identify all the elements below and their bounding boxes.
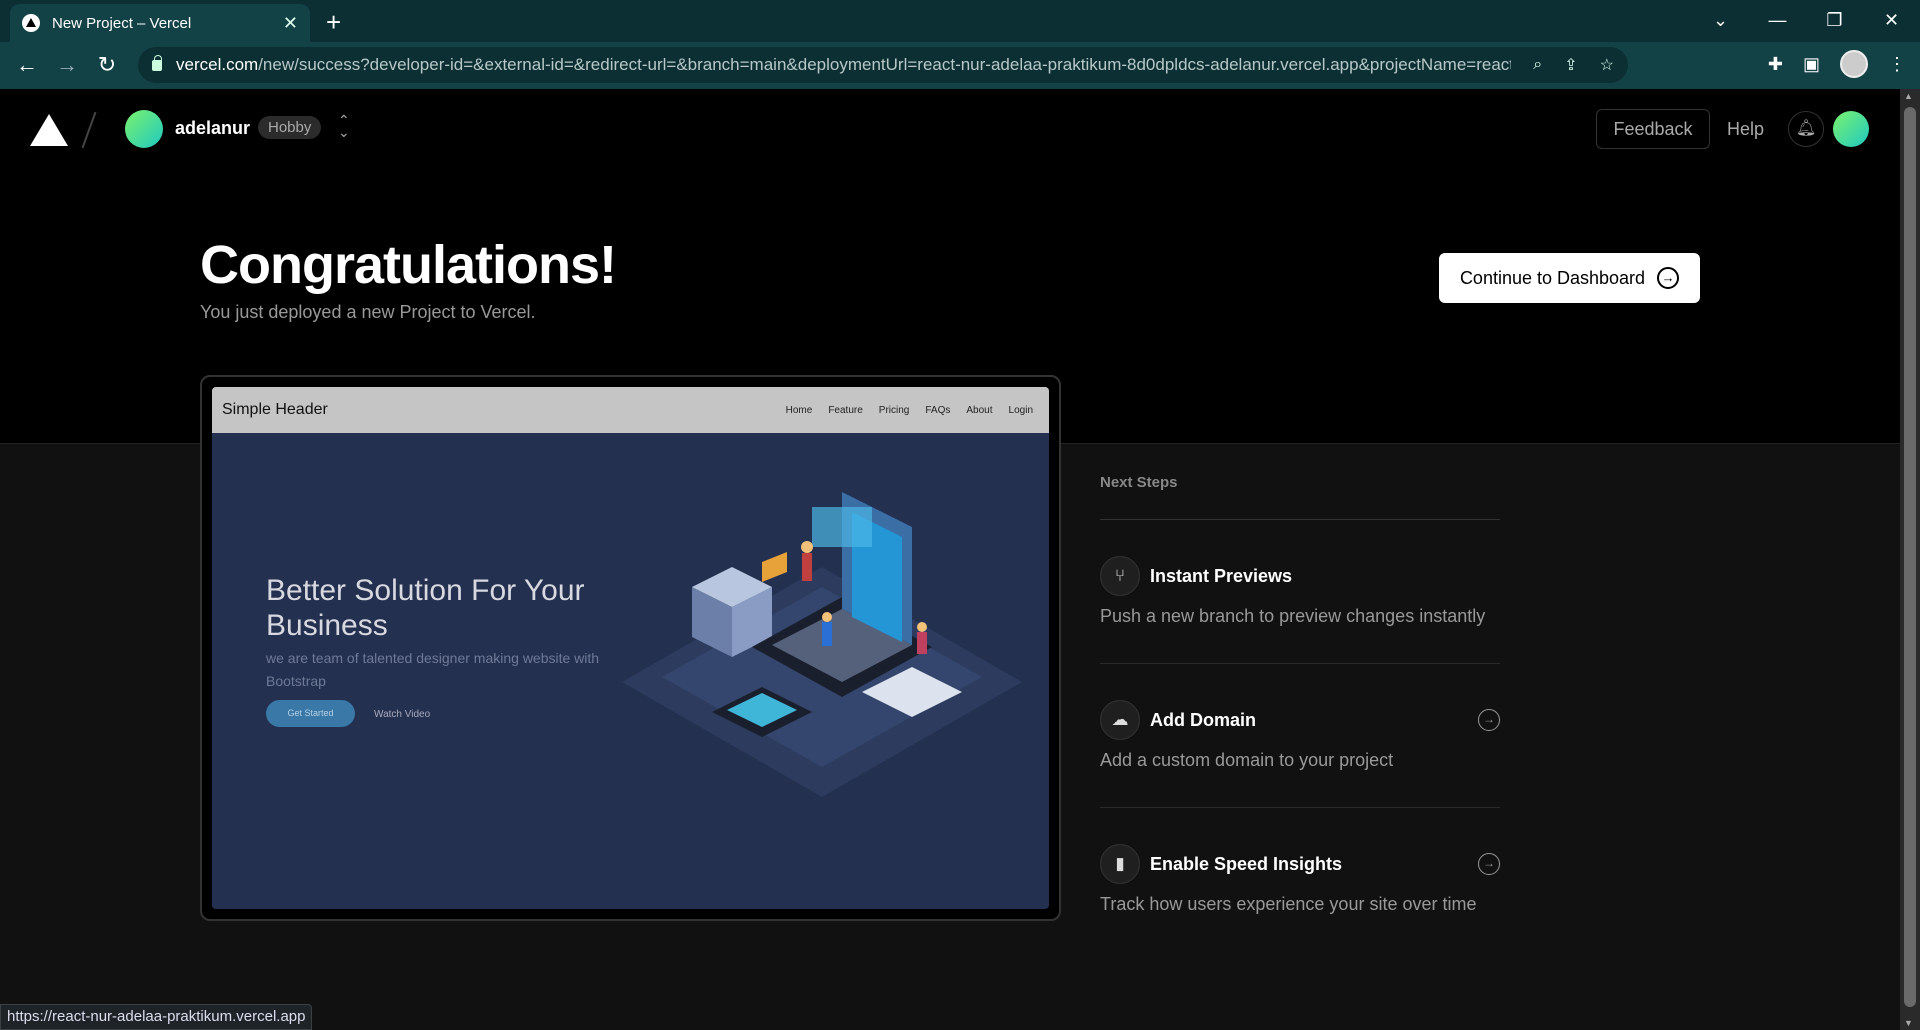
forward-icon[interactable]: → (52, 50, 82, 80)
preview-header: Simple Header Home Feature Pricing FAQs … (212, 387, 1049, 433)
arrow-right-circle-icon[interactable]: → (1478, 709, 1500, 731)
preview-nav-item: Home (785, 404, 813, 416)
reload-icon[interactable]: ↻ (92, 50, 122, 80)
scroll-up-icon[interactable]: ▲ (1904, 91, 1913, 101)
tab-title: New Project – Vercel (52, 14, 192, 32)
vercel-favicon-icon (22, 14, 40, 32)
share-icon[interactable]: ⇪ (1564, 55, 1577, 75)
isometric-illustration (622, 492, 1022, 797)
next-steps: Next Steps ⑂ Instant Previews Push a new… (1100, 474, 1500, 951)
next-step-add-domain[interactable]: ☁︎ Add Domain Add a custom domain to you… (1100, 664, 1500, 808)
url-path: /new/success?developer-id=&external-id=&… (258, 55, 1512, 74)
preview-watch-video: Watch Video (374, 709, 431, 720)
preview-screenshot: Simple Header Home Feature Pricing FAQs … (212, 387, 1049, 909)
url-text[interactable]: vercel.com/new/success?developer-id=&ext… (176, 55, 1511, 75)
preview-hero-title: Better Solution For Your Business (266, 574, 585, 642)
url-host: vercel.com (176, 55, 259, 74)
close-window-icon[interactable]: ✕ (1863, 0, 1920, 42)
continue-to-dashboard-button[interactable]: Continue to Dashboard → (1439, 253, 1700, 303)
next-step-title: Enable Speed Insights (1150, 853, 1343, 874)
preview-hero-subtitle: we are team of talented designer making … (266, 650, 600, 689)
preview-nav-item: FAQs (925, 404, 951, 416)
lock-icon[interactable] (152, 54, 162, 71)
vertical-scrollbar[interactable]: ▲ ▼ (1900, 89, 1920, 1030)
side-panel-icon[interactable]: ▣ (1803, 54, 1820, 75)
arrow-right-circle-icon[interactable]: → (1478, 853, 1500, 875)
preview-brand: Simple Header (222, 401, 328, 418)
back-icon[interactable]: ← (12, 50, 42, 80)
vercel-page: adelanur Hobby ⌃ ⌄ Feedback Help 🔔︎ Congr… (0, 89, 1900, 1030)
vercel-header: adelanur Hobby ⌃ ⌄ Feedback Help 🔔︎ (0, 89, 1900, 169)
address-bar[interactable]: vercel.com/new/success?developer-id=&ext… (138, 47, 1628, 83)
user-avatar[interactable] (1833, 111, 1869, 147)
preview-nav-item: About (966, 404, 993, 416)
notifications-bell-icon[interactable]: 🔔︎ (1788, 111, 1824, 147)
next-step-desc: Add a custom domain to your project (1100, 750, 1394, 770)
restore-icon[interactable]: ❐ (1806, 0, 1863, 42)
extensions-icon[interactable]: ✚ (1768, 54, 1783, 75)
next-step-title: Add Domain (1150, 709, 1256, 730)
browser-tab[interactable]: New Project – Vercel ✕ (10, 4, 310, 42)
zoom-search-icon[interactable]: ⌕ (1533, 56, 1542, 74)
bar-chart-icon: ▮ (1100, 844, 1140, 884)
help-link[interactable]: Help (1727, 119, 1764, 140)
minimize-icon[interactable]: — (1749, 0, 1806, 42)
username[interactable]: adelanur (175, 118, 250, 139)
preview-nav-item: Feature (828, 404, 863, 416)
continue-label: Continue to Dashboard (1459, 267, 1646, 288)
plan-badge: Hobby (258, 116, 322, 139)
next-step-instant-previews[interactable]: ⑂ Instant Previews Push a new branch to … (1100, 520, 1500, 664)
next-step-title: Instant Previews (1150, 565, 1293, 586)
tab-search-icon[interactable]: ⌄ (1692, 0, 1749, 42)
tab-close-icon[interactable]: ✕ (283, 13, 298, 34)
deployment-preview[interactable]: Simple Header Home Feature Pricing FAQs … (200, 375, 1061, 921)
preview-nav: Home Feature Pricing FAQs About Login (786, 405, 1033, 416)
bookmark-star-icon[interactable]: ☆ (1600, 55, 1614, 75)
team-avatar[interactable] (125, 110, 163, 148)
browser-toolbar: ← → ↻ vercel.com/new/success?developer-i… (0, 42, 1920, 89)
next-step-speed-insights[interactable]: ▮ Enable Speed Insights Track how users … (1100, 808, 1500, 951)
preview-get-started: Get Started (266, 700, 355, 727)
next-step-desc: Push a new branch to preview changes ins… (1100, 606, 1486, 626)
next-step-desc: Track how users experience your site ove… (1100, 894, 1477, 914)
profile-avatar[interactable] (1840, 50, 1868, 78)
feedback-button[interactable]: Feedback (1596, 109, 1710, 149)
page-title: Congratulations! (200, 235, 617, 295)
page-subtitle: You just deployed a new Project to Verce… (200, 302, 536, 322)
next-steps-label: Next Steps (1100, 474, 1500, 520)
new-tab-icon[interactable]: + (326, 7, 341, 38)
scroll-down-icon[interactable]: ▼ (1904, 1018, 1913, 1028)
status-bar-url: https://react-nur-adelaa-praktikum.verce… (0, 1004, 313, 1030)
preview-nav-item: Pricing (878, 404, 910, 416)
preview-nav-item: Login (1008, 404, 1033, 416)
scroll-thumb[interactable] (1904, 107, 1916, 1007)
toolbar-right: ✚ ▣ ⋮ (1768, 50, 1906, 78)
window-controls: ⌄ — ❐ ✕ (1692, 0, 1920, 42)
vercel-logo-icon[interactable] (30, 114, 68, 146)
arrow-right-circle-icon: → (1657, 267, 1680, 289)
browser-tab-strip: New Project – Vercel ✕ + ⌄ — ❐ ✕ (0, 0, 1920, 42)
divider (81, 111, 97, 149)
branch-icon: ⑂ (1100, 556, 1140, 596)
scope-switcher-icon[interactable]: ⌃ ⌄ (338, 113, 350, 139)
menu-kebab-icon[interactable]: ⋮ (1888, 54, 1906, 75)
cloud-icon: ☁︎ (1100, 700, 1140, 740)
